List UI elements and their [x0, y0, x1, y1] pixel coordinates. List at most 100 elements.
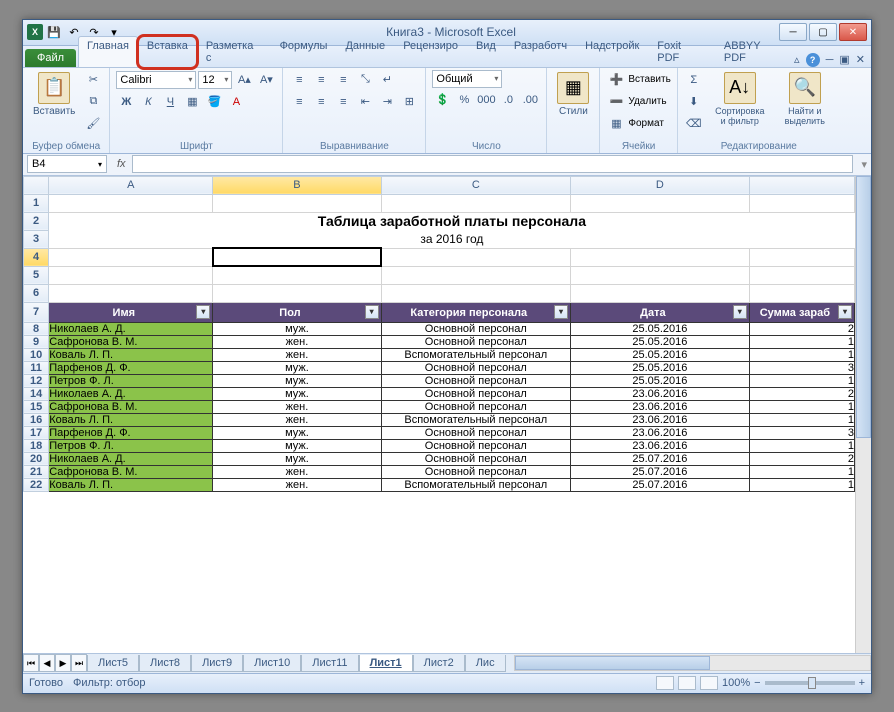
cell-name[interactable]: Сафронова В. М.: [49, 400, 213, 413]
cell-sex[interactable]: муж.: [213, 322, 381, 335]
cell-sex[interactable]: муж.: [213, 374, 381, 387]
ribbon-tab-вид[interactable]: Вид: [467, 36, 505, 67]
copy-icon[interactable]: ⧉: [83, 92, 103, 112]
vertical-scrollbar[interactable]: [855, 176, 871, 653]
cell-date[interactable]: 23.06.2016: [570, 387, 749, 400]
zoom-in-icon[interactable]: +: [859, 677, 865, 689]
cell-sum[interactable]: 2: [749, 322, 854, 335]
cell-date[interactable]: 25.05.2016: [570, 348, 749, 361]
sort-filter-button[interactable]: A↓ Сортировка и фильтр: [708, 70, 772, 128]
cell[interactable]: [381, 284, 570, 302]
ribbon-tab-формулы[interactable]: Формулы: [271, 36, 337, 67]
sheet-subtitle[interactable]: за 2016 год: [49, 230, 855, 248]
cell[interactable]: [213, 248, 381, 266]
table-header[interactable]: Категория персонала▾: [381, 302, 570, 322]
cell[interactable]: [570, 266, 749, 284]
cell[interactable]: [49, 266, 213, 284]
cell-sum[interactable]: 2: [749, 387, 854, 400]
ribbon-tab-abbyy pdf[interactable]: ABBYY PDF: [715, 36, 794, 67]
row-header[interactable]: 18: [24, 439, 49, 452]
cell-date[interactable]: 23.06.2016: [570, 439, 749, 452]
cell-date[interactable]: 23.06.2016: [570, 413, 749, 426]
table-header[interactable]: Дата▾: [570, 302, 749, 322]
filter-icon[interactable]: ▾: [196, 305, 210, 319]
row-header[interactable]: 5: [24, 266, 49, 284]
merge-icon[interactable]: ⊞: [399, 92, 419, 112]
inc-decimal-icon[interactable]: .0: [498, 90, 518, 110]
cell-sex[interactable]: жен.: [213, 465, 381, 478]
cell-sum[interactable]: 1: [749, 374, 854, 387]
column-header[interactable]: B: [213, 176, 381, 194]
column-header[interactable]: A: [49, 176, 213, 194]
row-header[interactable]: 17: [24, 426, 49, 439]
row-header[interactable]: 3: [24, 230, 49, 248]
cell[interactable]: [570, 194, 749, 212]
shrink-font-icon[interactable]: A▾: [256, 70, 276, 90]
cell-name[interactable]: Сафронова В. М.: [49, 465, 213, 478]
cell-sex[interactable]: жен.: [213, 413, 381, 426]
sheet-tab[interactable]: Лист9: [191, 655, 243, 672]
row-header[interactable]: 21: [24, 465, 49, 478]
cell-date[interactable]: 25.07.2016: [570, 478, 749, 491]
clear-icon[interactable]: ⌫: [684, 114, 704, 134]
cell-category[interactable]: Основной персонал: [381, 335, 570, 348]
cell-name[interactable]: Сафронова В. М.: [49, 335, 213, 348]
cell[interactable]: [49, 194, 213, 212]
cell-name[interactable]: Петров Ф. Л.: [49, 439, 213, 452]
cell-sum[interactable]: 1: [749, 478, 854, 491]
comma-icon[interactable]: 000: [476, 90, 496, 110]
cell-name[interactable]: Коваль Л. П.: [49, 348, 213, 361]
doc-close-icon[interactable]: ✕: [856, 53, 865, 66]
border-button[interactable]: ▦: [182, 92, 202, 112]
orientation-icon[interactable]: ⤡: [355, 70, 375, 90]
dec-decimal-icon[interactable]: .00: [520, 90, 540, 110]
sheet-tab[interactable]: Лист11: [301, 655, 358, 672]
align-top-icon[interactable]: ≡: [289, 70, 309, 90]
cell-category[interactable]: Основной персонал: [381, 426, 570, 439]
cell-category[interactable]: Вспомогательный персонал: [381, 413, 570, 426]
cell-category[interactable]: Основной персонал: [381, 439, 570, 452]
cell-date[interactable]: 25.07.2016: [570, 452, 749, 465]
sheet-tab[interactable]: Лист2: [413, 655, 465, 672]
cell-date[interactable]: 23.06.2016: [570, 426, 749, 439]
sheet-tab[interactable]: Лист10: [243, 655, 301, 672]
underline-button[interactable]: Ч: [160, 92, 180, 112]
cell[interactable]: [749, 248, 854, 266]
ribbon-tab-разработч[interactable]: Разработч: [505, 36, 576, 67]
cell-sum[interactable]: 1: [749, 400, 854, 413]
column-header[interactable]: D: [570, 176, 749, 194]
row-header[interactable]: 4: [24, 248, 49, 266]
formula-expand-icon[interactable]: ▾: [857, 158, 871, 171]
view-layout-icon[interactable]: [678, 676, 696, 690]
cell-name[interactable]: Коваль Л. П.: [49, 413, 213, 426]
delete-cells-icon[interactable]: ➖: [606, 92, 626, 112]
format-painter-icon[interactable]: 🖌: [83, 114, 103, 134]
cell-sex[interactable]: жен.: [213, 400, 381, 413]
fill-icon[interactable]: ⬇: [684, 92, 704, 112]
align-left-icon[interactable]: ≡: [289, 92, 309, 112]
sheet-tab[interactable]: Лист8: [139, 655, 191, 672]
cell-category[interactable]: Основной персонал: [381, 452, 570, 465]
cell-sum[interactable]: 3: [749, 361, 854, 374]
indent-inc-icon[interactable]: ⇥: [377, 92, 397, 112]
cell-category[interactable]: Основной персонал: [381, 387, 570, 400]
cell[interactable]: [749, 194, 854, 212]
cell[interactable]: [213, 284, 381, 302]
sheet-title[interactable]: Таблица заработной платы персонала: [49, 212, 855, 230]
formula-input[interactable]: [132, 155, 854, 173]
row-header[interactable]: 15: [24, 400, 49, 413]
cell-sum[interactable]: 1: [749, 348, 854, 361]
cell[interactable]: [381, 248, 570, 266]
tab-nav-prev-icon[interactable]: ◀: [39, 654, 55, 672]
insert-cells-icon[interactable]: ➕: [606, 70, 626, 90]
cell[interactable]: [381, 194, 570, 212]
ribbon-tab-разметка с[interactable]: Разметка с: [197, 36, 271, 67]
cell-sum[interactable]: 1: [749, 465, 854, 478]
view-pagebreak-icon[interactable]: [700, 676, 718, 690]
close-button[interactable]: ✕: [839, 23, 867, 41]
column-header[interactable]: [749, 176, 854, 194]
file-tab[interactable]: Файл: [25, 49, 76, 67]
cell-name[interactable]: Николаев А. Д.: [49, 452, 213, 465]
row-header[interactable]: 2: [24, 212, 49, 230]
filter-icon[interactable]: ▾: [838, 305, 852, 319]
